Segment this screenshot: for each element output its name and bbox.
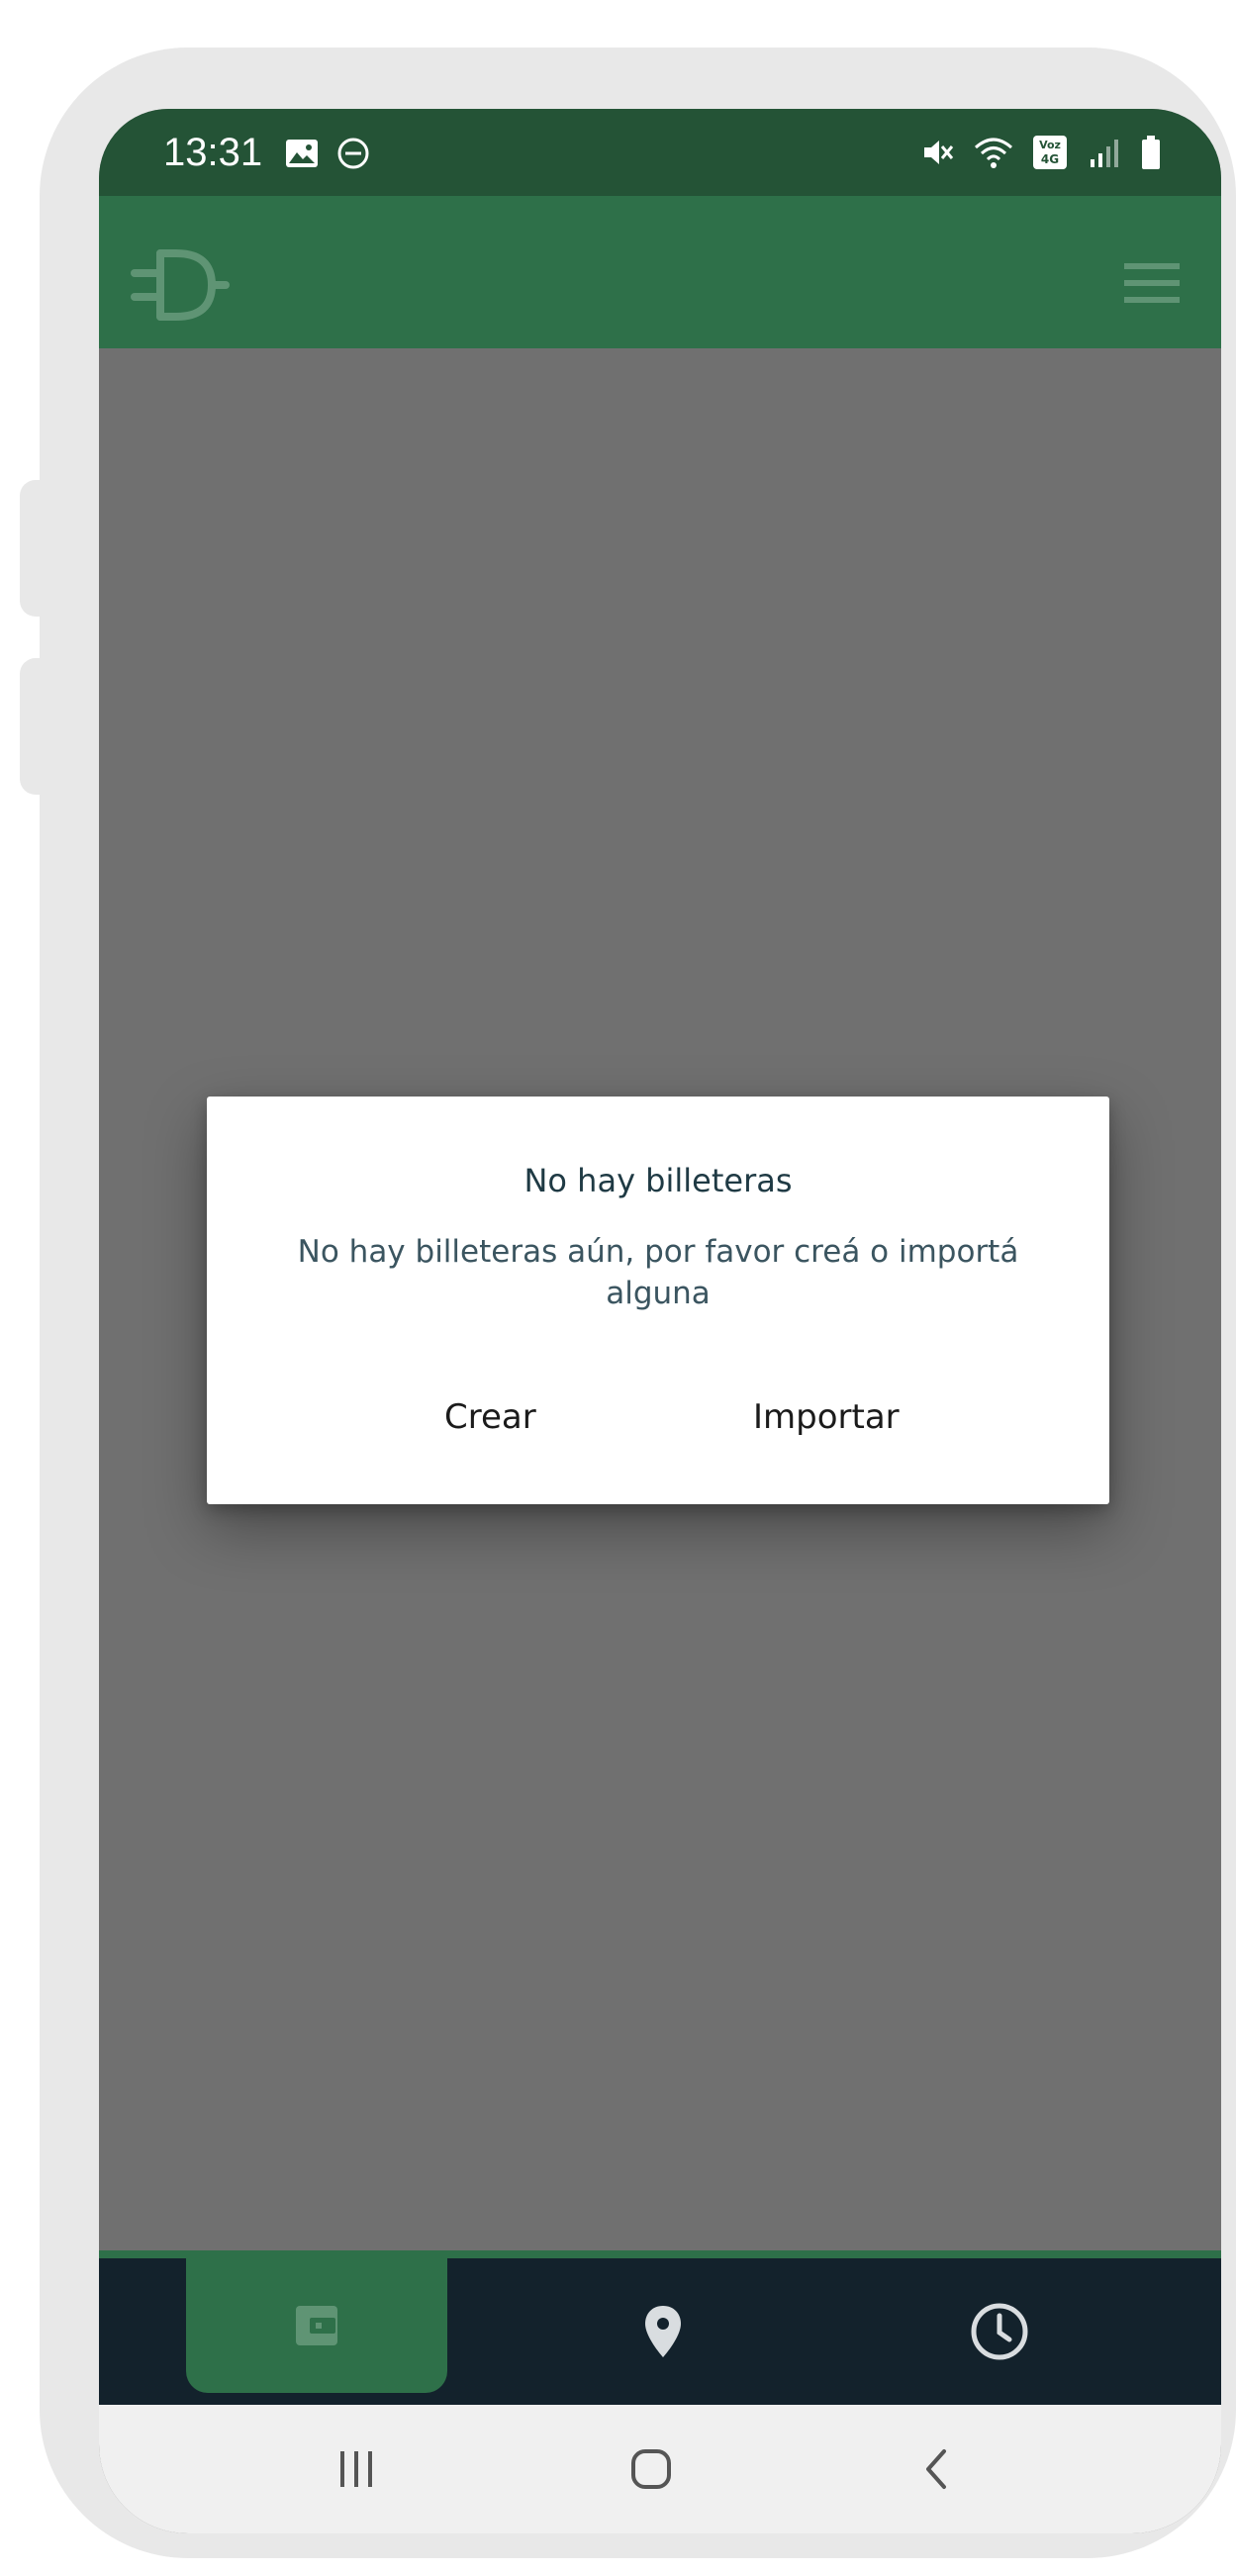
volte-label: Voz <box>1039 139 1061 151</box>
app-bar <box>99 196 1221 348</box>
back-icon <box>926 2449 946 2489</box>
tab-history[interactable] <box>930 2258 1069 2405</box>
bottom-navigation <box>99 2258 1221 2405</box>
wifi-icon <box>975 138 1012 168</box>
dialog-title: No hay billeteras <box>523 1162 793 1199</box>
network-type-label: 4G <box>1040 152 1060 166</box>
recent-apps-icon <box>340 2451 372 2487</box>
no-wallets-dialog: No hay billeteras No hay billeteras aún,… <box>207 1097 1109 1504</box>
clock-icon <box>971 2303 1028 2360</box>
back-button[interactable] <box>886 2405 985 2533</box>
create-wallet-button[interactable]: Crear <box>428 1389 552 1445</box>
d-logo-icon[interactable] <box>121 243 230 327</box>
home-icon <box>631 2449 671 2489</box>
hamburger-menu-icon[interactable] <box>1124 261 1180 305</box>
status-icons-right: Voz 4G <box>920 135 1162 170</box>
home-button[interactable] <box>602 2405 701 2533</box>
status-bar: 13:31 Voz 4G <box>99 109 1221 196</box>
status-time: 13:31 <box>163 131 263 174</box>
wallet-icon <box>296 2306 337 2345</box>
battery-icon <box>1142 136 1160 169</box>
tab-locations[interactable] <box>604 2258 722 2405</box>
system-navigation-bar <box>99 2405 1221 2533</box>
recent-apps-button[interactable] <box>307 2405 406 2533</box>
tab-wallets[interactable] <box>186 2258 447 2393</box>
dialog-actions: Crear Importar <box>207 1389 1109 1449</box>
import-wallet-button[interactable]: Importar <box>737 1389 915 1445</box>
mute-icon <box>924 141 954 164</box>
status-icons-left <box>285 137 370 170</box>
dialog-message: No hay billeteras aún, por favor creá o … <box>297 1234 1019 1311</box>
location-pin-icon <box>645 2306 681 2357</box>
phone-screen: 13:31 Voz 4G No hay billeteras No hay bi… <box>99 109 1221 2533</box>
do-not-disturb-icon <box>337 138 369 169</box>
signal-icon <box>1091 140 1118 167</box>
volte-4g-badge: Voz 4G <box>1033 136 1067 169</box>
gallery-notification-icon <box>286 140 318 167</box>
